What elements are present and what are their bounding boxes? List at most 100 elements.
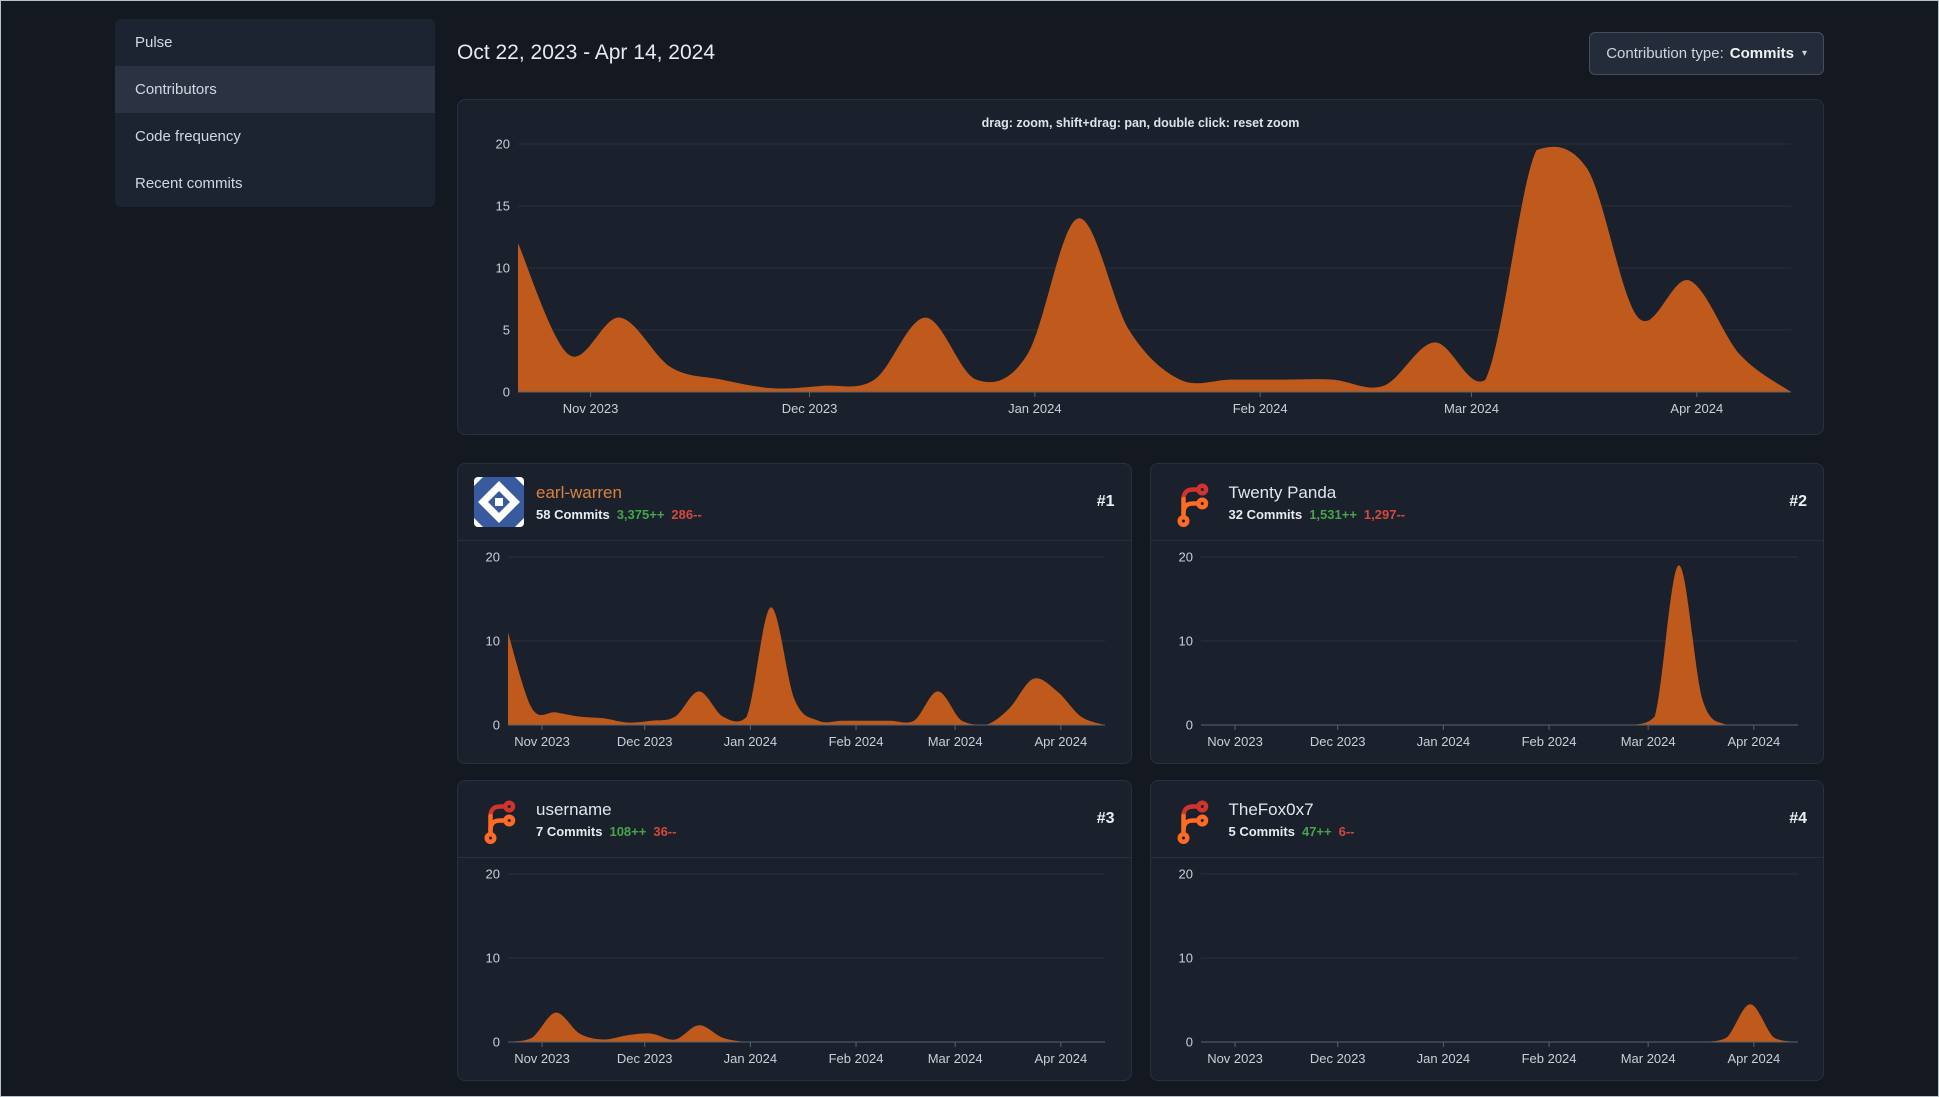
svg-text:Apr 2024: Apr 2024 [1727, 734, 1780, 749]
svg-text:Mar 2024: Mar 2024 [1444, 401, 1499, 416]
svg-text:Jan 2024: Jan 2024 [724, 1051, 778, 1066]
svg-text:Jan 2024: Jan 2024 [1416, 734, 1470, 749]
svg-text:20: 20 [486, 867, 500, 882]
forgejo-logo-avatar[interactable] [474, 794, 524, 845]
svg-text:0: 0 [1185, 718, 1192, 733]
contributor-meta: Twenty Panda 32 Commits 1,531++ 1,297-- [1229, 483, 1406, 522]
contribution-type-label: Contribution type: [1606, 44, 1724, 62]
svg-text:Dec 2023: Dec 2023 [782, 401, 838, 416]
svg-text:Jan 2024: Jan 2024 [1008, 401, 1062, 416]
additions-count: 108++ [609, 823, 647, 839]
contributor-card-header: username 7 Commits 108++ 36-- #3 [458, 781, 1131, 859]
page-header: Oct 22, 2023 - Apr 14, 2024 Contribution… [457, 27, 1824, 79]
commits-count: 58 Commits [536, 506, 610, 522]
contributor-card-header: TheFox0x7 5 Commits 47++ 6-- #4 [1150, 781, 1823, 859]
svg-text:Feb 2024: Feb 2024 [829, 734, 884, 749]
rank-badge: #2 [1789, 493, 1807, 511]
svg-text:10: 10 [1178, 634, 1192, 649]
svg-text:Feb 2024: Feb 2024 [829, 1051, 884, 1066]
activity-chart-card: drag: zoom, shift+drag: pan, double clic… [457, 99, 1824, 436]
page-layout: Pulse Contributors Code frequency Recent co… [1, 1, 1938, 1082]
contributor-meta: earl-warren 58 Commits 3,375++ 286-- [536, 483, 702, 522]
svg-text:Nov 2023: Nov 2023 [563, 401, 619, 416]
chevron-down-icon: ▾ [1801, 47, 1807, 59]
svg-text:Mar 2024: Mar 2024 [928, 1051, 983, 1066]
svg-text:20: 20 [496, 137, 510, 152]
main-content: Oct 22, 2023 - Apr 14, 2024 Contribution… [457, 19, 1824, 1082]
contributors-grid: earl-warren 58 Commits 3,375++ 286-- #1 … [457, 463, 1824, 1082]
identicon-avatar[interactable] [474, 477, 524, 528]
sidebar-item-contributors[interactable]: Contributors [115, 66, 435, 113]
forgejo-logo-avatar[interactable] [1167, 794, 1217, 845]
contribution-type-dropdown[interactable]: Contribution type: Commits ▾ [1589, 31, 1824, 75]
contributor-name-link[interactable]: Twenty Panda [1229, 483, 1406, 503]
svg-text:Nov 2023: Nov 2023 [514, 1051, 570, 1066]
svg-text:10: 10 [1178, 951, 1192, 966]
sidebar-item-code-frequency[interactable]: Code frequency [115, 113, 435, 160]
contributor-stats: 58 Commits 3,375++ 286-- [536, 507, 702, 522]
contributor-meta: username 7 Commits 108++ 36-- [536, 800, 676, 839]
svg-text:Feb 2024: Feb 2024 [1233, 401, 1288, 416]
svg-text:Dec 2023: Dec 2023 [617, 1051, 673, 1066]
deletions-count: 286-- [671, 506, 702, 522]
commits-count: 7 Commits [536, 823, 603, 839]
contributor-activity-chart[interactable]: 0 10 20 Nov 2023 Dec 2023 Jan 2024 Feb 2024 Mar… [464, 864, 1121, 1076]
svg-text:0: 0 [493, 718, 500, 733]
rank-badge: #3 [1096, 810, 1115, 828]
svg-text:10: 10 [496, 261, 510, 276]
contributor-activity-chart[interactable]: 0 10 20 Nov 2023 Dec 2023 Jan 2024 Feb 2024 Mar… [1157, 547, 1814, 759]
deletions-count: 6-- [1338, 823, 1355, 839]
contributor-meta: TheFox0x7 5 Commits 47++ 6-- [1229, 800, 1355, 839]
svg-text:0: 0 [503, 385, 510, 400]
additions-count: 3,375++ [616, 506, 665, 522]
svg-text:Apr 2024: Apr 2024 [1727, 1051, 1780, 1066]
sidebar-item-recent-commits[interactable]: Recent commits [115, 160, 435, 207]
rank-badge: #1 [1096, 493, 1115, 511]
svg-text:Feb 2024: Feb 2024 [1521, 734, 1576, 749]
sidebar-item-pulse[interactable]: Pulse [115, 19, 435, 66]
svg-text:10: 10 [486, 634, 500, 649]
svg-text:20: 20 [1178, 550, 1192, 565]
commits-count: 5 Commits [1228, 823, 1295, 839]
svg-text:15: 15 [496, 199, 510, 214]
svg-text:Dec 2023: Dec 2023 [1309, 1051, 1365, 1066]
rank-badge: #4 [1789, 810, 1807, 828]
commits-count: 32 Commits [1228, 506, 1303, 522]
svg-text:Mar 2024: Mar 2024 [928, 734, 983, 749]
contributor-card: username 7 Commits 108++ 36-- #3 0 10 20 No… [457, 780, 1132, 1082]
contributor-card-header: earl-warren 58 Commits 3,375++ 286-- #1 [458, 464, 1131, 542]
sidebar-item-label: Pulse [135, 34, 173, 51]
svg-text:Dec 2023: Dec 2023 [617, 734, 673, 749]
svg-text:Nov 2023: Nov 2023 [1207, 734, 1263, 749]
contributor-activity-chart[interactable]: 0 10 20 Nov 2023 Dec 2023 Jan 2024 Feb 2024 Mar… [1157, 864, 1814, 1076]
contributor-name-link[interactable]: username [536, 800, 676, 820]
contributor-name-link[interactable]: TheFox0x7 [1229, 800, 1355, 820]
svg-text:Mar 2024: Mar 2024 [1620, 734, 1675, 749]
sidebar: Pulse Contributors Code frequency Recent co… [115, 19, 435, 207]
contributor-card: Twenty Panda 32 Commits 1,531++ 1,297-- … [1149, 463, 1824, 765]
svg-text:Apr 2024: Apr 2024 [1670, 401, 1723, 416]
svg-text:0: 0 [493, 1035, 500, 1050]
svg-text:Mar 2024: Mar 2024 [1620, 1051, 1675, 1066]
svg-text:Apr 2024: Apr 2024 [1034, 734, 1087, 749]
svg-text:20: 20 [1178, 867, 1192, 882]
svg-text:Dec 2023: Dec 2023 [1309, 734, 1365, 749]
sidebar-item-label: Code frequency [135, 128, 241, 145]
sidebar-item-label: Recent commits [135, 175, 243, 192]
date-range-title: Oct 22, 2023 - Apr 14, 2024 [457, 41, 716, 65]
svg-text:Nov 2023: Nov 2023 [1207, 1051, 1263, 1066]
svg-text:Nov 2023: Nov 2023 [514, 734, 570, 749]
svg-text:Apr 2024: Apr 2024 [1034, 1051, 1087, 1066]
contributor-stats: 32 Commits 1,531++ 1,297-- [1229, 507, 1406, 522]
forgejo-logo-avatar[interactable] [1167, 477, 1217, 528]
contributor-card: TheFox0x7 5 Commits 47++ 6-- #4 0 10 20 Nov… [1149, 780, 1824, 1082]
contributor-card: earl-warren 58 Commits 3,375++ 286-- #1 … [457, 463, 1132, 765]
main-activity-chart[interactable]: 0 5 10 15 20 Nov 2023 Dec 2023 Jan 2024 Feb 2024… [474, 134, 1807, 426]
svg-text:5: 5 [503, 323, 510, 338]
contributor-name-link[interactable]: earl-warren [536, 483, 702, 503]
svg-text:10: 10 [486, 951, 500, 966]
additions-count: 47++ [1301, 823, 1332, 839]
contributor-card-header: Twenty Panda 32 Commits 1,531++ 1,297-- … [1150, 464, 1823, 542]
contributor-activity-chart[interactable]: 0 10 20 Nov 2023 Dec 2023 Jan 2024 Feb 2024 Mar… [464, 547, 1121, 759]
contributor-stats: 7 Commits 108++ 36-- [536, 824, 676, 839]
